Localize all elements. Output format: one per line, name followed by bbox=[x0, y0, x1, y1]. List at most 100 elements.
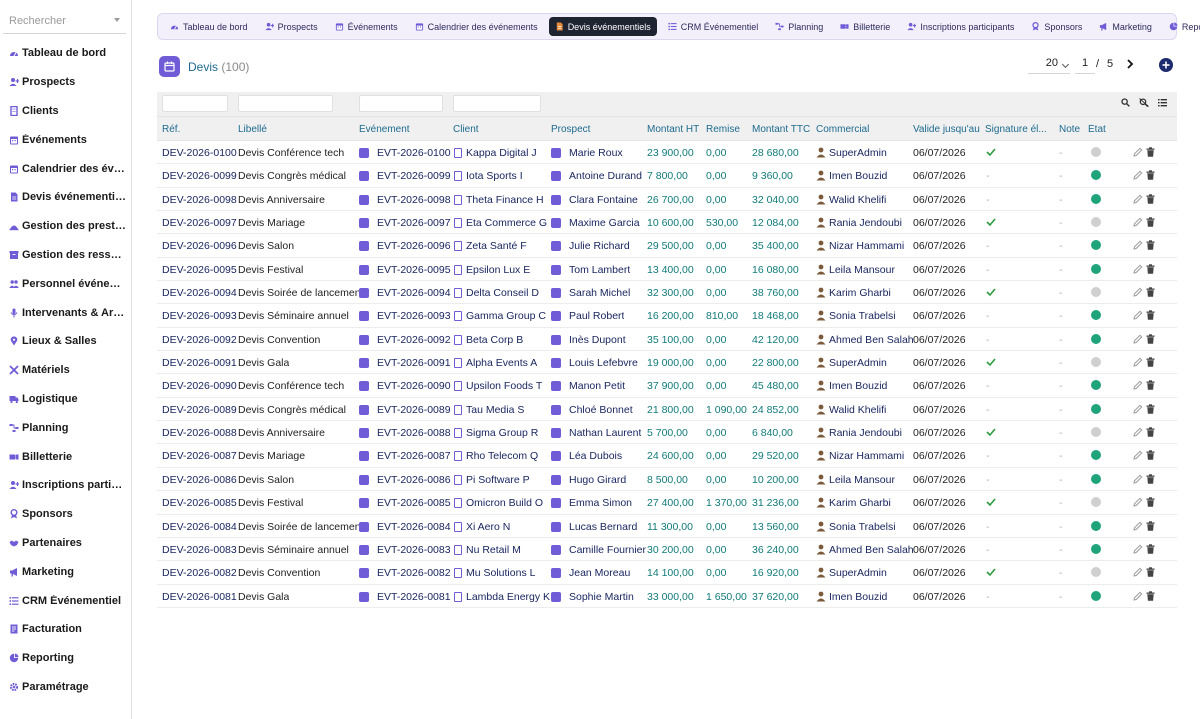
quote-ref-link[interactable]: DEV-2026-0083 bbox=[162, 544, 237, 556]
sidebar-item[interactable]: Facturation bbox=[0, 615, 131, 644]
tab[interactable]: Inscriptions participants bbox=[901, 17, 1020, 36]
quote-ref-link[interactable]: DEV-2026-0085 bbox=[162, 497, 237, 509]
prospect-link[interactable]: Léa Dubois bbox=[569, 450, 622, 462]
table-row[interactable]: DEV-2026-0096 Devis Salon EVT-2026-0096 Zet… bbox=[157, 234, 1177, 258]
event-link[interactable]: EVT-2026-0084 bbox=[377, 521, 451, 533]
client-link[interactable]: Epsilon Lux E bbox=[466, 264, 530, 276]
delete-icon[interactable] bbox=[1146, 404, 1155, 414]
column-header[interactable]: Remise bbox=[706, 124, 750, 135]
delete-icon[interactable] bbox=[1146, 170, 1155, 181]
event-link[interactable]: EVT-2026-0094 bbox=[377, 287, 451, 299]
table-row[interactable]: DEV-2026-0088 Devis Anniversaire EVT-2026-… bbox=[157, 421, 1177, 445]
sidebar-item[interactable]: Gestion des prestations bbox=[0, 212, 131, 241]
edit-icon[interactable] bbox=[1133, 240, 1143, 251]
column-header[interactable]: Réf. bbox=[162, 124, 236, 135]
delete-icon[interactable] bbox=[1146, 264, 1155, 274]
edit-icon[interactable] bbox=[1133, 264, 1143, 274]
add-quote-button[interactable] bbox=[1159, 58, 1173, 72]
sidebar-item[interactable]: Planning bbox=[0, 413, 131, 442]
sidebar-item[interactable]: Partenaires bbox=[0, 529, 131, 558]
prospect-link[interactable]: Tom Lambert bbox=[569, 264, 630, 276]
filter-evenement-input[interactable] bbox=[359, 95, 443, 112]
client-link[interactable]: Mu Solutions L bbox=[466, 567, 535, 579]
tab[interactable]: Événements bbox=[329, 17, 404, 36]
edit-icon[interactable] bbox=[1133, 334, 1143, 344]
sidebar-item[interactable]: Clients bbox=[0, 97, 131, 126]
delete-icon[interactable] bbox=[1146, 544, 1155, 554]
client-link[interactable]: Omicron Build O bbox=[466, 497, 543, 509]
event-link[interactable]: EVT-2026-0093 bbox=[377, 310, 451, 322]
client-link[interactable]: Sigma Group R bbox=[466, 427, 538, 439]
prospect-link[interactable]: Emma Simon bbox=[569, 497, 632, 509]
prospect-link[interactable]: Hugo Girard bbox=[569, 474, 626, 486]
prospect-link[interactable]: Manon Petit bbox=[569, 380, 625, 392]
table-row[interactable]: DEV-2026-0092 Devis Convention EVT-2026-00… bbox=[157, 328, 1177, 352]
prospect-link[interactable]: Maxime Garcia bbox=[569, 217, 640, 229]
quote-ref-link[interactable]: DEV-2026-0100 bbox=[162, 147, 237, 159]
delete-icon[interactable] bbox=[1146, 427, 1155, 437]
sidebar-item[interactable]: Devis événementiels bbox=[0, 183, 131, 212]
edit-icon[interactable] bbox=[1133, 450, 1143, 461]
quote-ref-link[interactable]: DEV-2026-0091 bbox=[162, 357, 237, 369]
next-page-button[interactable] bbox=[1124, 58, 1136, 70]
table-row[interactable]: DEV-2026-0091 Devis Gala EVT-2026-0091 Alph… bbox=[157, 351, 1177, 375]
quote-ref-link[interactable]: DEV-2026-0084 bbox=[162, 521, 237, 533]
sidebar-item[interactable]: Prospects bbox=[0, 68, 131, 97]
edit-icon[interactable] bbox=[1133, 521, 1143, 531]
quote-ref-link[interactable]: DEV-2026-0098 bbox=[162, 194, 237, 206]
prospect-link[interactable]: Paul Robert bbox=[569, 310, 624, 322]
table-row[interactable]: DEV-2026-0093 Devis Séminaire annuel EVT-2… bbox=[157, 304, 1177, 328]
client-link[interactable]: Eta Commerce G bbox=[466, 217, 547, 229]
sidebar-item[interactable]: Reporting bbox=[0, 644, 131, 673]
prospect-link[interactable]: Jean Moreau bbox=[569, 567, 630, 579]
sidebar-item[interactable]: Événements bbox=[0, 125, 131, 154]
edit-icon[interactable] bbox=[1133, 194, 1143, 204]
tab[interactable]: Tableau de bord bbox=[164, 17, 254, 36]
prospect-link[interactable]: Marie Roux bbox=[569, 147, 623, 159]
client-link[interactable]: Iota Sports I bbox=[466, 170, 523, 182]
delete-icon[interactable] bbox=[1146, 193, 1155, 204]
event-link[interactable]: EVT-2026-0095 bbox=[377, 264, 451, 276]
edit-icon[interactable] bbox=[1133, 474, 1143, 484]
event-link[interactable]: EVT-2026-0092 bbox=[377, 334, 451, 346]
edit-icon[interactable] bbox=[1133, 217, 1143, 227]
event-link[interactable]: EVT-2026-0087 bbox=[377, 450, 451, 462]
prospect-link[interactable]: Lucas Bernard bbox=[569, 521, 637, 533]
client-link[interactable]: Zeta Santé F bbox=[466, 240, 527, 252]
prospect-link[interactable]: Antoine Durand bbox=[569, 170, 642, 182]
sidebar-item[interactable]: Gestion des ressources bbox=[0, 241, 131, 270]
event-link[interactable]: EVT-2026-0097 bbox=[377, 217, 451, 229]
client-link[interactable]: Gamma Group C bbox=[466, 310, 546, 322]
event-link[interactable]: EVT-2026-0099 bbox=[377, 170, 451, 182]
edit-icon[interactable] bbox=[1133, 497, 1143, 507]
column-header[interactable]: Client bbox=[453, 124, 549, 135]
edit-icon[interactable] bbox=[1133, 591, 1143, 601]
event-link[interactable]: EVT-2026-0089 bbox=[377, 404, 451, 416]
sidebar-item[interactable]: Inscriptions participants bbox=[0, 471, 131, 500]
column-header[interactable]: Signature él... bbox=[985, 124, 1055, 135]
delete-icon[interactable] bbox=[1146, 287, 1155, 297]
edit-icon[interactable] bbox=[1133, 567, 1143, 577]
current-page-input[interactable]: 1 bbox=[1075, 57, 1095, 74]
delete-icon[interactable] bbox=[1146, 520, 1155, 531]
filter-libelle-input[interactable] bbox=[238, 95, 333, 112]
delete-icon[interactable] bbox=[1146, 310, 1155, 321]
delete-icon[interactable] bbox=[1146, 357, 1155, 367]
delete-icon[interactable] bbox=[1146, 567, 1155, 577]
search-icon[interactable] bbox=[1121, 98, 1130, 107]
column-header[interactable]: Prospect bbox=[551, 124, 645, 135]
sidebar-item[interactable]: Personnel événementiel bbox=[0, 269, 131, 298]
clear-search-icon[interactable] bbox=[1139, 98, 1149, 107]
event-link[interactable]: EVT-2026-0082 bbox=[377, 567, 451, 579]
filter-client-input[interactable] bbox=[453, 95, 541, 112]
quote-ref-link[interactable]: DEV-2026-0082 bbox=[162, 567, 237, 579]
edit-icon[interactable] bbox=[1133, 310, 1143, 321]
sidebar-item[interactable]: Paramétrage bbox=[0, 673, 131, 702]
table-row[interactable]: DEV-2026-0087 Devis Mariage EVT-2026-0087 R… bbox=[157, 444, 1177, 468]
table-row[interactable]: DEV-2026-0086 Devis Salon EVT-2026-0086 Pi … bbox=[157, 468, 1177, 492]
event-link[interactable]: EVT-2026-0091 bbox=[377, 357, 451, 369]
event-link[interactable]: EVT-2026-0090 bbox=[377, 380, 451, 392]
sidebar-item[interactable]: Billetterie bbox=[0, 442, 131, 471]
quote-ref-link[interactable]: DEV-2026-0099 bbox=[162, 170, 237, 182]
delete-icon[interactable] bbox=[1146, 147, 1155, 157]
